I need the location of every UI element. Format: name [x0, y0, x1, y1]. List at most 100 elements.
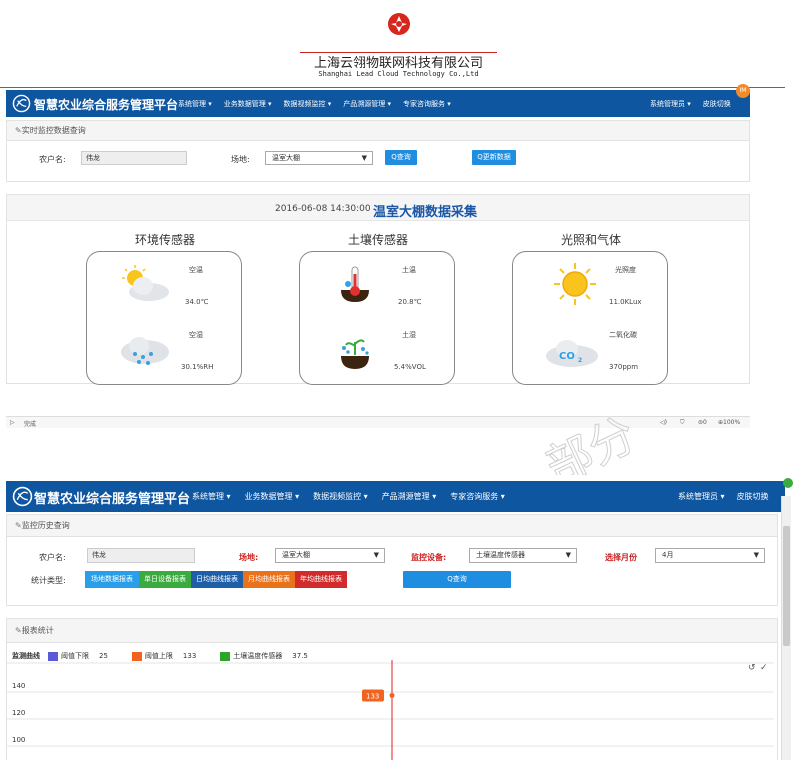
chevron-down-icon: ▼ — [373, 551, 379, 559]
nav-item-video[interactable]: 数据视频监控 ▾ — [313, 491, 368, 502]
realtime-data-panel: 2016-06-08 14:30:00 温室大棚数据采集 环境传感器 土壤传感器… — [6, 194, 750, 385]
chevron-down-icon: ▼ — [565, 551, 571, 559]
device-label: 监控设备: — [411, 553, 447, 562]
air-humidity-value: 30.1%RH — [181, 363, 214, 371]
stat-type-label: 统计类型: — [31, 576, 66, 585]
top-navbar: 智慧农业综合服务管理平台 系统管理 ▾ 业务数据管理 ▾ 数据视频监控 ▾ 产品… — [6, 84, 750, 117]
yearly-avg-report-button[interactable]: 年均曲线报表 — [295, 571, 347, 588]
history-farmer-label: 农户名: — [39, 553, 66, 562]
im-badge[interactable]: IM — [736, 84, 750, 98]
y-tick-label-100: 100 — [12, 736, 25, 744]
nav-menu: 系统管理 ▾ 业务数据管理 ▾ 数据视频监控 ▾ 产品溯源管理 ▾ 专家咨询服务… — [178, 99, 451, 109]
admin-menu[interactable]: 系统管理员 ▾ — [650, 99, 691, 109]
sun-cloud-icon — [122, 265, 169, 301]
nav-item-trace[interactable]: 产品溯源管理 ▾ — [343, 99, 391, 109]
company-logo-icon — [388, 13, 410, 35]
tooltip-value: 133 — [366, 692, 379, 700]
daily-device-report-button[interactable]: 单日设备报表 — [139, 571, 191, 588]
series-point-upper[interactable] — [389, 692, 395, 698]
top-navbar-2: 智慧农业综合服务管理平台 系统管理 ▾ 业务数据管理 ▾ 数据视频监控 ▾ 产品… — [6, 481, 785, 512]
pencil-icon: ✎ — [15, 126, 22, 135]
history-field-select[interactable]: 温室大棚 ▼ — [275, 548, 385, 563]
update-data-button[interactable]: Q更新数据 — [472, 150, 516, 165]
watermark: 部分 — [537, 406, 644, 475]
history-chart: 140 120 100 133 ↺ ✓ — [6, 660, 774, 760]
company-name: 上海云翎物联网科技有限公司 — [313, 56, 483, 71]
realtime-panel-head: ✎实时监控数据查询 — [7, 121, 749, 141]
pencil-icon: ✎ — [15, 521, 22, 530]
light-gas-sensor-box: 光照度 11.0KLux CO 2 二氧化碳 370ppm — [512, 251, 668, 385]
status-play-icon: ▷ — [10, 419, 15, 426]
legend-soil-value: 37.5 — [292, 652, 308, 660]
zoom-level[interactable]: ⊕100% — [718, 419, 740, 426]
nav-item-system[interactable]: 系统管理 ▾ — [192, 491, 231, 502]
skin-switch[interactable]: 皮肤切换 — [737, 491, 769, 502]
status-text: 完成 — [24, 421, 37, 428]
soil-thermometer-icon — [341, 266, 369, 302]
svg-text:CO: CO — [559, 351, 575, 362]
field-select[interactable]: 温室大棚 ▼ — [265, 151, 373, 165]
nav-item-expert[interactable]: 专家咨询服务 ▾ — [450, 491, 505, 502]
watermark-text: 部分 — [538, 407, 644, 475]
y-tick-label-120: 120 — [12, 709, 25, 717]
history-field-label: 场地: — [239, 553, 259, 562]
monthly-avg-report-button[interactable]: 月均曲线报表 — [243, 571, 295, 588]
co2-cloud-icon: CO 2 — [546, 340, 598, 367]
report-panel-title: 报表统计 — [21, 626, 54, 635]
nav-item-trace[interactable]: 产品溯源管理 ▾ — [382, 491, 437, 502]
soil-humidity-value: 5.4%VOL — [394, 363, 426, 371]
nav-item-business[interactable]: 业务数据管理 ▾ — [245, 491, 300, 502]
realtime-panel-title: 实时监控数据查询 — [21, 126, 86, 135]
history-farmer-input[interactable]: 伟龙 — [87, 548, 195, 563]
chart-save-icon[interactable]: ✓ — [760, 663, 768, 673]
env-sensor-box: 空温 34.0℃ 空湿 30.1%RH — [86, 251, 242, 385]
brand-logo-icon — [12, 486, 33, 507]
site-report-button[interactable]: 场地数据报表 — [85, 571, 139, 588]
history-panel-head: ✎监控历史查询 — [7, 515, 777, 537]
brand-logo-icon — [12, 94, 31, 113]
y-tick-label-140: 140 — [12, 682, 25, 690]
month-label: 选择月份 — [605, 553, 637, 562]
nav-item-expert[interactable]: 专家咨询服务 ▾ — [403, 99, 451, 109]
soil-temp-value: 20.8℃ — [398, 298, 422, 306]
query-button[interactable]: Q查询 — [385, 150, 417, 165]
nav-item-system[interactable]: 系统管理 ▾ — [178, 99, 212, 109]
chart-restore-icon[interactable]: ↺ — [748, 663, 756, 673]
chevron-down-icon: ▼ — [361, 154, 367, 162]
nav-item-business[interactable]: 业务数据管理 ▾ — [224, 99, 272, 109]
collect-datetime: 2016-06-08 14:30:00 — [275, 204, 371, 214]
brand-title: 智慧农业综合服务管理平台 — [34, 492, 191, 507]
history-query-panel: ✎监控历史查询 农户名: 伟龙 场地: 温室大棚 ▼ 监控设备: 土壤温度传感器 ▼… — [6, 514, 778, 606]
history-query-button[interactable]: Q查询 — [403, 571, 511, 588]
company-name-en: Shanghai Lead Cloud Technology Co.,Ltd — [318, 70, 479, 78]
nav-menu: 系统管理 ▾ 业务数据管理 ▾ 数据视频监控 ▾ 产品溯源管理 ▾ 专家咨询服务… — [192, 491, 505, 502]
nav-item-video[interactable]: 数据视频监控 ▾ — [284, 99, 332, 109]
group-title-light: 光照和气体 — [560, 233, 621, 247]
header-rule — [0, 87, 785, 88]
light-value: 11.0KLux — [609, 298, 642, 306]
report-panel-head: ✎报表统计 — [7, 619, 777, 643]
realtime-query-panel: ✎实时监控数据查询 农户名: 伟龙 场地: 温室大棚 ▼ Q查询 Q更新数据 — [6, 120, 750, 182]
sun-icon — [554, 263, 596, 305]
soil-sensor-box: 土温 20.8℃ 土湿 5.4%VOL — [299, 251, 455, 385]
air-temp-name: 空温 — [189, 266, 203, 274]
chart-y-ticks: 140 120 100 — [12, 682, 25, 744]
daily-avg-report-button[interactable]: 日均曲线报表 — [191, 571, 243, 588]
skin-switch[interactable]: 皮肤切换 — [703, 99, 731, 109]
pencil-icon: ✎ — [15, 626, 22, 635]
collect-title: 温室大棚数据采集 — [373, 205, 478, 220]
month-select-value: 4月 — [662, 551, 674, 559]
farmer-label: 农户名: — [39, 155, 66, 164]
farmer-input[interactable]: 伟龙 — [81, 151, 187, 165]
device-select[interactable]: 土壤温度传感器 ▼ — [469, 548, 577, 563]
admin-menu[interactable]: 系统管理员 ▾ — [678, 491, 725, 502]
history-field-value: 温室大棚 — [282, 551, 310, 559]
field-label: 场地: — [231, 155, 250, 164]
scrollbar-thumb[interactable] — [783, 526, 790, 646]
light-name: 光照度 — [615, 266, 636, 274]
brand-title: 智慧农业综合服务管理平台 — [34, 98, 179, 112]
month-select[interactable]: 4月 ▼ — [655, 548, 765, 563]
chart-marks: 133 — [362, 689, 395, 702]
page-scrollbar[interactable] — [781, 496, 791, 760]
soil-sprout-icon — [341, 339, 369, 369]
